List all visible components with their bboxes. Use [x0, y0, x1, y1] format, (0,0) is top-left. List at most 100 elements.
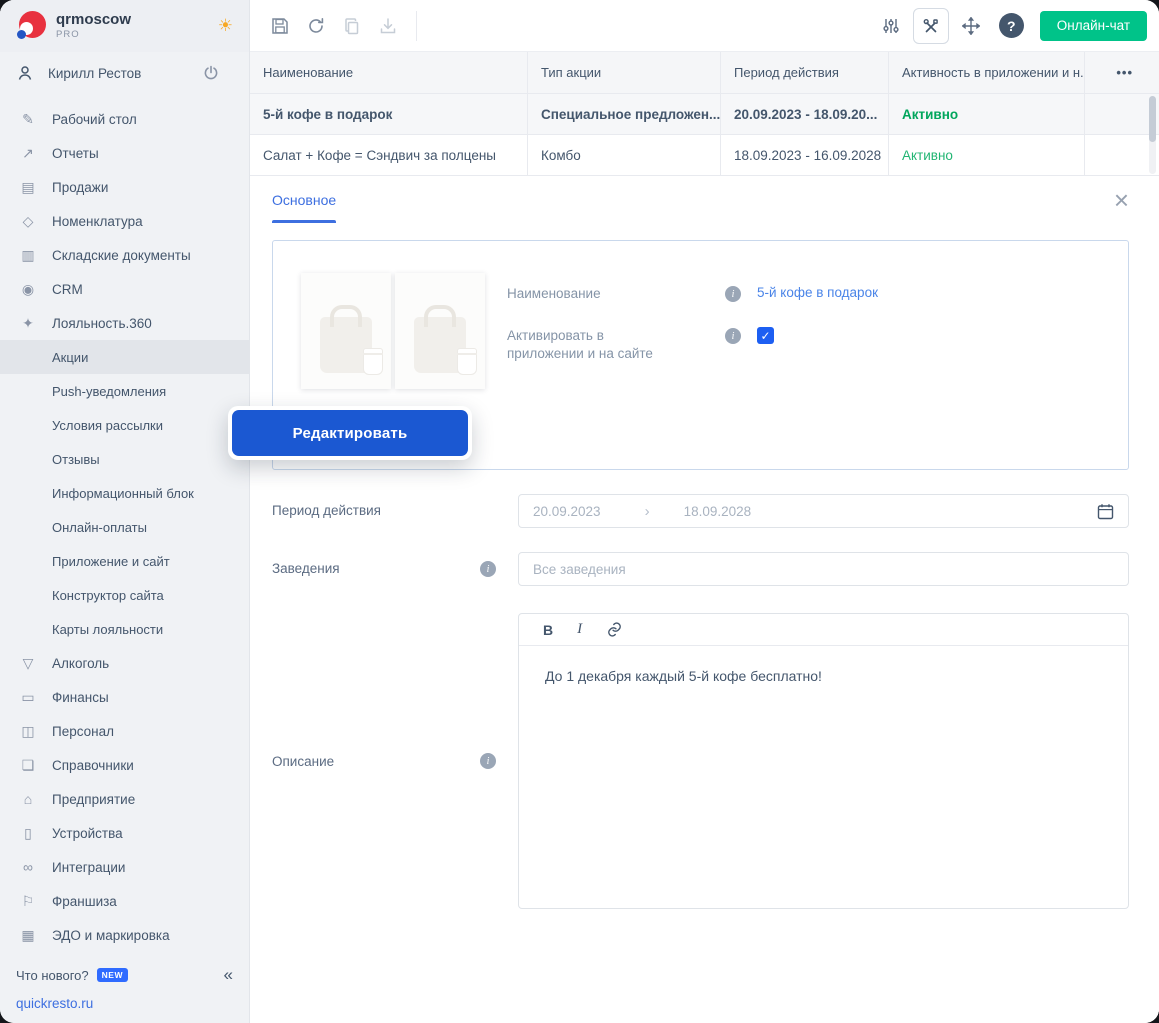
- activate-checkbox[interactable]: ✓: [757, 327, 774, 344]
- sidebar-item-finance[interactable]: ▭ Финансы: [0, 680, 249, 714]
- product-image[interactable]: [301, 273, 391, 389]
- sidebar-item-label: Отчеты: [52, 146, 99, 161]
- sidebar-item-label: Устройства: [52, 826, 123, 841]
- move-pan-icon[interactable]: [957, 12, 985, 40]
- detail-tabbar: Основное ×: [272, 177, 1129, 223]
- description-text[interactable]: До 1 декабря каждый 5-й кофе бесплатно!: [519, 646, 1128, 706]
- sidebar-item-directories[interactable]: ❏ Справочники: [0, 748, 249, 782]
- sidebar-item-nomenclature[interactable]: ◇ Номенклатура: [0, 204, 249, 238]
- user-name: Кирилл Рестов: [48, 66, 141, 81]
- enterprise-icon: ⌂: [18, 791, 38, 807]
- cell-type: Специальное предложен...: [528, 94, 721, 134]
- sidebar-subitem-promotions[interactable]: Акции: [0, 340, 249, 374]
- italic-icon[interactable]: I: [577, 621, 582, 638]
- quickresto-site-link[interactable]: quickresto.ru: [0, 989, 249, 1017]
- sidebar-item-loyalty360[interactable]: ✦ Лояльность.360: [0, 306, 249, 340]
- toolbar-divider: [416, 11, 417, 41]
- theme-toggle-sun-icon[interactable]: ☀: [218, 16, 233, 36]
- loyalty-icon: ✦: [18, 315, 38, 332]
- save-button[interactable]: [266, 12, 294, 40]
- product-image[interactable]: [395, 273, 485, 389]
- main-area: ? Онлайн-чат Наименование Тип акции Пери…: [250, 0, 1159, 1023]
- desktop-icon: ✎: [18, 111, 38, 128]
- staff-icon: ◫: [18, 723, 38, 740]
- sidebar-item-integrations[interactable]: ∞ Интеграции: [0, 850, 249, 884]
- sidebar-subitem-push[interactable]: Push-уведомления: [0, 374, 249, 408]
- sidebar-subitem-site-builder[interactable]: Конструктор сайта: [0, 578, 249, 612]
- sidebar-item-label: Складские документы: [52, 248, 191, 263]
- help-button[interactable]: ?: [999, 13, 1024, 38]
- sidebar-item-desktop[interactable]: ✎ Рабочий стол: [0, 102, 249, 136]
- venues-input[interactable]: [518, 552, 1129, 586]
- copy-button[interactable]: [338, 12, 366, 40]
- edit-button[interactable]: Редактировать: [232, 410, 468, 456]
- app-window: qrmoscow PRO ☀ Кирилл Рестов ✎ Рабочий с…: [0, 0, 1159, 1023]
- refresh-button[interactable]: [302, 12, 330, 40]
- sidebar-subitem-reviews[interactable]: Отзывы: [0, 442, 249, 476]
- sidebar-item-label: Лояльность.360: [52, 316, 152, 331]
- sidebar-item-label: Персонал: [52, 724, 114, 739]
- logout-power-icon[interactable]: [203, 65, 233, 81]
- whats-new-link[interactable]: Что нового? NEW «: [0, 961, 249, 989]
- devices-icon: ▯: [18, 825, 38, 842]
- finance-icon: ▭: [18, 689, 38, 706]
- tools-mode-button[interactable]: [913, 8, 949, 44]
- info-icon[interactable]: i: [725, 286, 741, 302]
- info-icon[interactable]: i: [725, 328, 741, 344]
- sidebar-item-reports[interactable]: ↗ Отчеты: [0, 136, 249, 170]
- info-icon[interactable]: i: [480, 753, 496, 769]
- sidebar-item-crm[interactable]: ◉ CRM: [0, 272, 249, 306]
- sidebar-item-enterprise[interactable]: ⌂ Предприятие: [0, 782, 249, 816]
- period-range-input[interactable]: 20.09.2023 › 18.09.2028: [518, 494, 1129, 528]
- sidebar-item-staff[interactable]: ◫ Персонал: [0, 714, 249, 748]
- table-scrollbar[interactable]: [1149, 96, 1156, 174]
- sidebar-item-sales[interactable]: ▤ Продажи: [0, 170, 249, 204]
- column-header-type[interactable]: Тип акции: [528, 52, 721, 93]
- new-badge: NEW: [97, 968, 128, 982]
- promotion-name-link[interactable]: 5-й кофе в подарок: [757, 285, 878, 300]
- sidebar-item-warehouse-docs[interactable]: ▥ Складские документы: [0, 238, 249, 272]
- brand-plan: PRO: [56, 29, 131, 40]
- column-header-name[interactable]: Наименование: [250, 52, 528, 93]
- description-editor[interactable]: B I До 1 декабря каждый 5-й кофе бесплат…: [518, 613, 1129, 909]
- sidebar-subitem-online-payments[interactable]: Онлайн-оплаты: [0, 510, 249, 544]
- sidebar-subitem-loyalty-cards[interactable]: Карты лояльности: [0, 612, 249, 646]
- sidebar-item-edo[interactable]: ▦ ЭДО и маркировка: [0, 918, 249, 952]
- table-row[interactable]: 5-й кофе в подарок Специальное предложен…: [250, 94, 1159, 135]
- franchise-icon: ⚐: [18, 893, 38, 910]
- sidebar-item-label: Интеграции: [52, 860, 125, 875]
- filter-sliders-icon[interactable]: [877, 12, 905, 40]
- collapse-sidebar-icon[interactable]: «: [224, 965, 233, 985]
- warehouse-icon: ▥: [18, 247, 38, 264]
- column-header-period[interactable]: Период действия: [721, 52, 889, 93]
- reports-icon: ↗: [18, 145, 38, 162]
- export-download-button[interactable]: [374, 12, 402, 40]
- description-label: Описание: [272, 754, 334, 769]
- nomenclature-icon: ◇: [18, 213, 38, 230]
- sidebar-menu: ✎ Рабочий стол ↗ Отчеты ▤ Продажи ◇ Номе…: [0, 94, 249, 961]
- column-header-activity[interactable]: Активность в приложении и н...: [889, 52, 1085, 93]
- online-chat-button[interactable]: Онлайн-чат: [1040, 11, 1147, 41]
- table-row[interactable]: Салат + Кофе = Сэндвич за полцены Комбо …: [250, 135, 1159, 176]
- editor-toolbar: B I: [519, 614, 1128, 646]
- sidebar-item-label: Финансы: [52, 690, 109, 705]
- bold-icon[interactable]: B: [543, 622, 553, 638]
- sidebar-subitem-info-block[interactable]: Информационный блок: [0, 476, 249, 510]
- sidebar-item-alcohol[interactable]: ▽ Алкоголь: [0, 646, 249, 680]
- user-row[interactable]: Кирилл Рестов: [0, 52, 249, 94]
- link-icon[interactable]: [606, 621, 623, 638]
- sidebar-item-franchise[interactable]: ⚐ Франшиза: [0, 884, 249, 918]
- calendar-icon[interactable]: [1097, 503, 1114, 520]
- info-icon[interactable]: i: [480, 561, 496, 577]
- sidebar-subitem-mailing-terms[interactable]: Условия рассылки: [0, 408, 249, 442]
- close-icon[interactable]: ×: [1114, 190, 1129, 210]
- tab-main[interactable]: Основное: [272, 177, 336, 223]
- alcohol-icon: ▽: [18, 655, 38, 672]
- period-from[interactable]: 20.09.2023: [533, 504, 601, 519]
- period-to[interactable]: 18.09.2028: [684, 504, 752, 519]
- sidebar-subitem-app-and-site[interactable]: Приложение и сайт: [0, 544, 249, 578]
- sidebar-item-devices[interactable]: ▯ Устройства: [0, 816, 249, 850]
- columns-more-icon[interactable]: •••: [1116, 65, 1133, 80]
- period-label: Период действия: [272, 494, 518, 528]
- sidebar-item-label: Справочники: [52, 758, 134, 773]
